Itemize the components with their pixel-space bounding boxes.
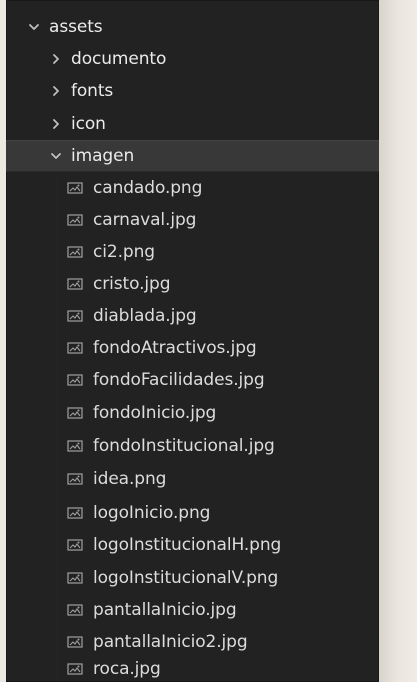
image-file-icon <box>67 246 83 258</box>
folder-imagen[interactable]: imagen <box>6 140 379 172</box>
folder-label: documento <box>71 49 167 69</box>
image-file-icon <box>67 182 83 194</box>
folder-documento[interactable]: documento <box>6 43 379 75</box>
file-logoinstitucionalv-png[interactable]: logoInstitucionalV.png <box>6 562 379 594</box>
folder-icon[interactable]: icon <box>6 108 379 140</box>
image-file-icon <box>67 342 83 354</box>
file-pantallainicio-jpg[interactable]: pantallaInicio.jpg <box>6 594 379 626</box>
file-logoinstitucionalh-png[interactable]: logoInstitucionalH.png <box>6 529 379 561</box>
folder-label: assets <box>49 17 103 37</box>
image-file-icon <box>67 539 83 551</box>
file-ci2-png[interactable]: ci2.png <box>6 236 379 268</box>
chevron-down-icon[interactable] <box>26 21 42 33</box>
file-carnaval-jpg[interactable]: carnaval.jpg <box>6 204 379 236</box>
file-label: logoInicio.png <box>93 503 211 523</box>
file-label: idea.png <box>93 469 167 489</box>
image-file-icon <box>67 278 83 290</box>
chevron-right-icon[interactable] <box>48 85 64 97</box>
file-label: fondoAtractivos.jpg <box>93 338 257 358</box>
folder-assets[interactable]: assets <box>6 11 379 43</box>
folder-label: icon <box>71 114 106 134</box>
chevron-down-icon[interactable] <box>48 150 64 162</box>
image-file-icon <box>67 572 83 584</box>
file-label: logoInstitucionalH.png <box>93 535 282 555</box>
folder-label: fonts <box>71 81 114 101</box>
file-fondofacilidades-jpg[interactable]: fondoFacilidades.jpg <box>6 364 379 396</box>
file-cristo-jpg[interactable]: cristo.jpg <box>6 268 379 300</box>
image-file-icon <box>67 310 83 322</box>
file-label: pantallaInicio.jpg <box>93 600 237 620</box>
file-idea-png[interactable]: idea.png <box>6 463 379 495</box>
file-diablada-jpg[interactable]: diablada.jpg <box>6 300 379 332</box>
image-file-icon <box>67 440 83 452</box>
image-file-icon <box>67 636 83 648</box>
file-label: candado.png <box>93 178 203 198</box>
image-file-icon <box>67 663 83 675</box>
file-fondoinicio-jpg[interactable]: fondoInicio.jpg <box>6 397 379 429</box>
file-label: fondoInicio.jpg <box>93 403 217 423</box>
file-label: cristo.jpg <box>93 274 171 294</box>
file-label: fondoInstitucional.jpg <box>93 436 275 456</box>
file-label: ci2.png <box>93 242 155 262</box>
file-label: diablada.jpg <box>93 306 197 326</box>
file-fondoatractivos-jpg[interactable]: fondoAtractivos.jpg <box>6 332 379 364</box>
file-logoinicio-png[interactable]: logoInicio.png <box>6 497 379 529</box>
folder-fonts[interactable]: fonts <box>6 75 379 107</box>
file-label: logoInstitucionalV.png <box>93 568 279 588</box>
file-roca-jpg[interactable]: roca.jpg <box>6 653 379 682</box>
image-file-icon <box>67 374 83 386</box>
file-label: carnaval.jpg <box>93 210 197 230</box>
image-file-icon <box>67 407 83 419</box>
file-label: roca.jpg <box>93 659 161 679</box>
chevron-right-icon[interactable] <box>48 118 64 130</box>
paper-margin <box>379 0 417 682</box>
file-candado-png[interactable]: candado.png <box>6 172 379 204</box>
photo-screenshot: assets documento fonts icon imagen canda… <box>0 0 417 682</box>
image-file-icon <box>67 214 83 226</box>
image-file-icon <box>67 507 83 519</box>
image-file-icon <box>67 604 83 616</box>
file-fondoinstitucional-jpg[interactable]: fondoInstitucional.jpg <box>6 430 379 462</box>
file-explorer-panel: assets documento fonts icon imagen canda… <box>6 0 379 682</box>
file-label: pantallaInicio2.jpg <box>93 632 248 652</box>
file-label: fondoFacilidades.jpg <box>93 370 265 390</box>
chevron-right-icon[interactable] <box>48 53 64 65</box>
folder-label: imagen <box>71 146 135 166</box>
image-file-icon <box>67 473 83 485</box>
